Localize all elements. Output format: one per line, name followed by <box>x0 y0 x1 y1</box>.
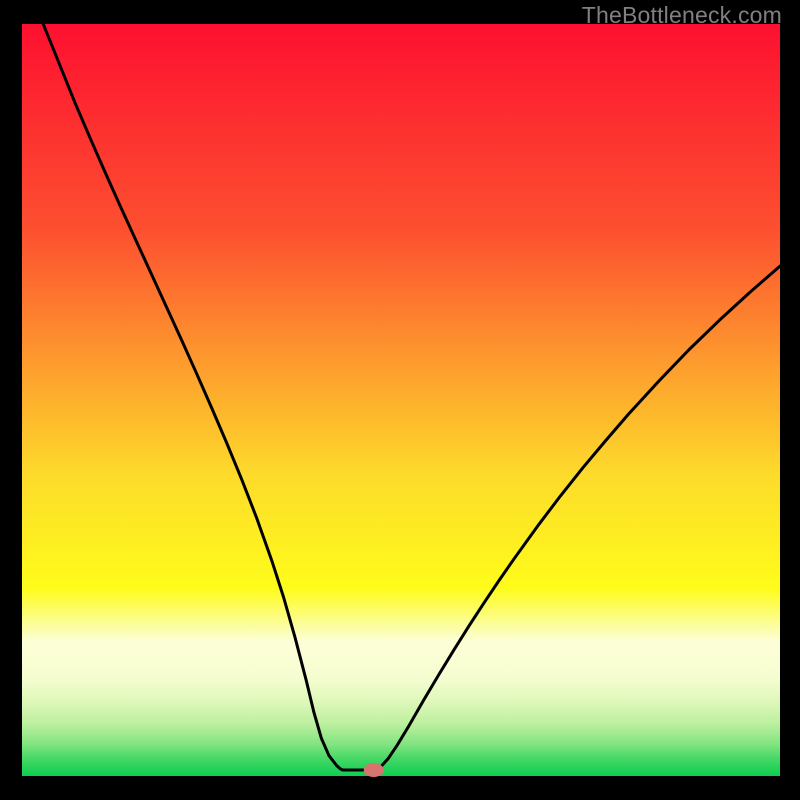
watermark-text: TheBottleneck.com <box>582 2 782 29</box>
plot-background <box>22 24 780 776</box>
optimal-point-marker <box>364 763 384 777</box>
bottleneck-chart <box>0 0 800 800</box>
